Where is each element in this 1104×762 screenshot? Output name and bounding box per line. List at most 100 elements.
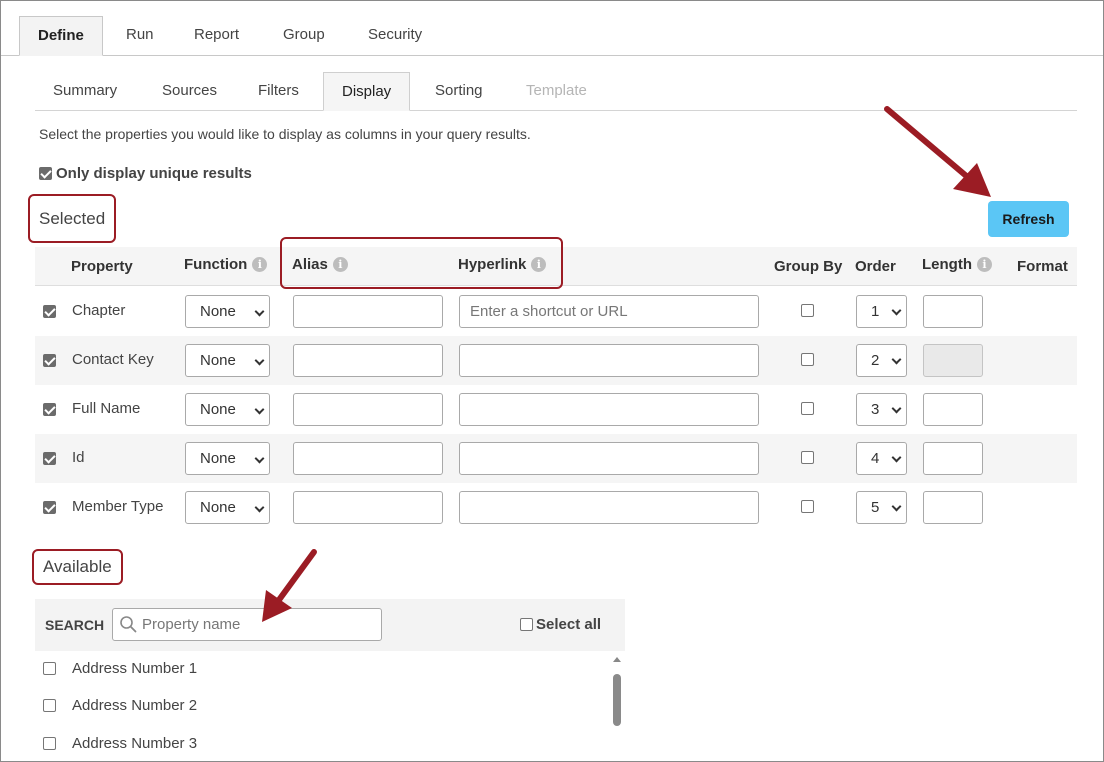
selected-heading: Selected	[28, 194, 117, 243]
tab-define[interactable]: Define	[19, 16, 103, 56]
row-select-checkbox[interactable]	[43, 452, 56, 465]
group-by-checkbox[interactable]	[801, 402, 814, 415]
tab-group[interactable]: Group	[265, 16, 343, 56]
function-select[interactable]: None	[185, 295, 270, 328]
length-input[interactable]	[923, 442, 983, 475]
chevron-down-icon	[254, 502, 265, 513]
function-select[interactable]: None	[185, 393, 270, 426]
chevron-down-icon	[891, 354, 902, 365]
table-row: Member Type None 5	[35, 483, 1077, 532]
chevron-down-icon	[891, 305, 902, 316]
length-input[interactable]	[923, 393, 983, 426]
property-name: Member Type	[72, 498, 164, 515]
order-select[interactable]: 5	[856, 491, 907, 524]
unique-results-option[interactable]: Only display unique results	[39, 165, 252, 182]
info-icon[interactable]: i	[252, 257, 268, 272]
col-hyperlink: Hyperlink i	[458, 256, 547, 273]
table-row: Chapter None 1	[35, 287, 1077, 336]
property-search-bar: SEARCH Select all	[35, 599, 625, 651]
row-select-checkbox[interactable]	[43, 305, 56, 318]
subtab-display[interactable]: Display	[323, 72, 411, 111]
function-select[interactable]: None	[185, 344, 270, 377]
col-length: Length i	[922, 256, 992, 273]
function-select[interactable]: None	[185, 491, 270, 524]
row-select-checkbox[interactable]	[43, 354, 56, 367]
alias-input[interactable]	[293, 442, 443, 475]
length-input	[923, 344, 983, 377]
unique-results-checkbox[interactable]	[39, 167, 52, 180]
list-item[interactable]: Address Number 1	[35, 651, 605, 688]
chevron-down-icon	[254, 453, 265, 464]
available-heading: Available	[32, 549, 123, 585]
table-row: Full Name None 3	[35, 385, 1077, 434]
col-order: Order	[855, 258, 896, 275]
property-name: Id	[72, 449, 85, 466]
group-by-checkbox[interactable]	[801, 353, 814, 366]
item-checkbox[interactable]	[43, 699, 56, 712]
length-input[interactable]	[923, 295, 983, 328]
col-format: Format	[1017, 258, 1068, 275]
hyperlink-input[interactable]	[459, 295, 759, 328]
subtab-summary[interactable]: Summary	[35, 72, 135, 111]
order-select[interactable]: 2	[856, 344, 907, 377]
col-function: Function i	[184, 256, 268, 273]
col-property: Property	[71, 258, 133, 275]
selected-table-header: Property Function i Alias i Hyperlink i Gro…	[35, 247, 1077, 286]
order-select[interactable]: 4	[856, 442, 907, 475]
scroll-up-arrow-icon[interactable]	[613, 657, 621, 662]
info-icon[interactable]: i	[332, 257, 348, 272]
item-checkbox[interactable]	[43, 662, 56, 675]
col-alias: Alias i	[292, 256, 348, 273]
order-select[interactable]: 1	[856, 295, 907, 328]
tab-security[interactable]: Security	[350, 16, 440, 56]
chevron-down-icon	[254, 306, 265, 317]
select-all-checkbox[interactable]	[520, 618, 533, 631]
search-label: SEARCH	[45, 617, 105, 633]
list-item[interactable]: Address Number 2	[35, 688, 605, 725]
property-name: Chapter	[72, 302, 126, 319]
list-item[interactable]: Address Number 3	[35, 726, 605, 761]
alias-input[interactable]	[293, 393, 443, 426]
hyperlink-input[interactable]	[459, 393, 759, 426]
alias-input[interactable]	[293, 491, 443, 524]
chevron-down-icon	[254, 355, 265, 366]
function-select[interactable]: None	[185, 442, 270, 475]
subtab-sorting[interactable]: Sorting	[417, 72, 501, 111]
row-select-checkbox[interactable]	[43, 501, 56, 514]
search-input[interactable]	[112, 608, 382, 641]
refresh-button[interactable]: Refresh	[988, 201, 1069, 237]
hyperlink-input[interactable]	[459, 442, 759, 475]
subtab-filters[interactable]: Filters	[240, 72, 317, 111]
item-checkbox[interactable]	[43, 737, 56, 750]
hyperlink-input[interactable]	[459, 491, 759, 524]
chevron-down-icon	[891, 501, 902, 512]
length-input[interactable]	[923, 491, 983, 524]
group-by-checkbox[interactable]	[801, 304, 814, 317]
select-all-label: Select all	[536, 616, 602, 633]
unique-results-label: Only display unique results	[56, 165, 252, 182]
group-by-checkbox[interactable]	[801, 451, 814, 464]
hyperlink-input[interactable]	[459, 344, 759, 377]
instructions-text: Select the properties you would like to …	[39, 126, 531, 142]
subtab-sources[interactable]: Sources	[144, 72, 235, 111]
alias-input[interactable]	[293, 344, 443, 377]
chevron-down-icon	[891, 403, 902, 414]
order-select[interactable]: 3	[856, 393, 907, 426]
tab-run[interactable]: Run	[108, 16, 172, 56]
info-icon[interactable]: i	[977, 257, 992, 272]
item-label: Address Number 1	[72, 660, 198, 677]
tab-report[interactable]: Report	[176, 16, 257, 56]
list-scrollbar[interactable]	[611, 657, 623, 761]
query-display-page: Define Run Report Group Security Summary…	[0, 0, 1104, 762]
group-by-checkbox[interactable]	[801, 500, 814, 513]
row-select-checkbox[interactable]	[43, 403, 56, 416]
table-row: Id None 4	[35, 434, 1077, 483]
alias-input[interactable]	[293, 295, 443, 328]
top-tab-bar: Define Run Report Group Security	[1, 1, 1103, 56]
info-icon[interactable]: i	[531, 257, 547, 272]
item-label: Address Number 3	[72, 735, 198, 752]
table-row: Contact Key None 2	[35, 336, 1077, 385]
scroll-thumb[interactable]	[613, 674, 621, 726]
property-name: Full Name	[72, 400, 141, 417]
select-all-option[interactable]: Select all	[520, 616, 601, 633]
